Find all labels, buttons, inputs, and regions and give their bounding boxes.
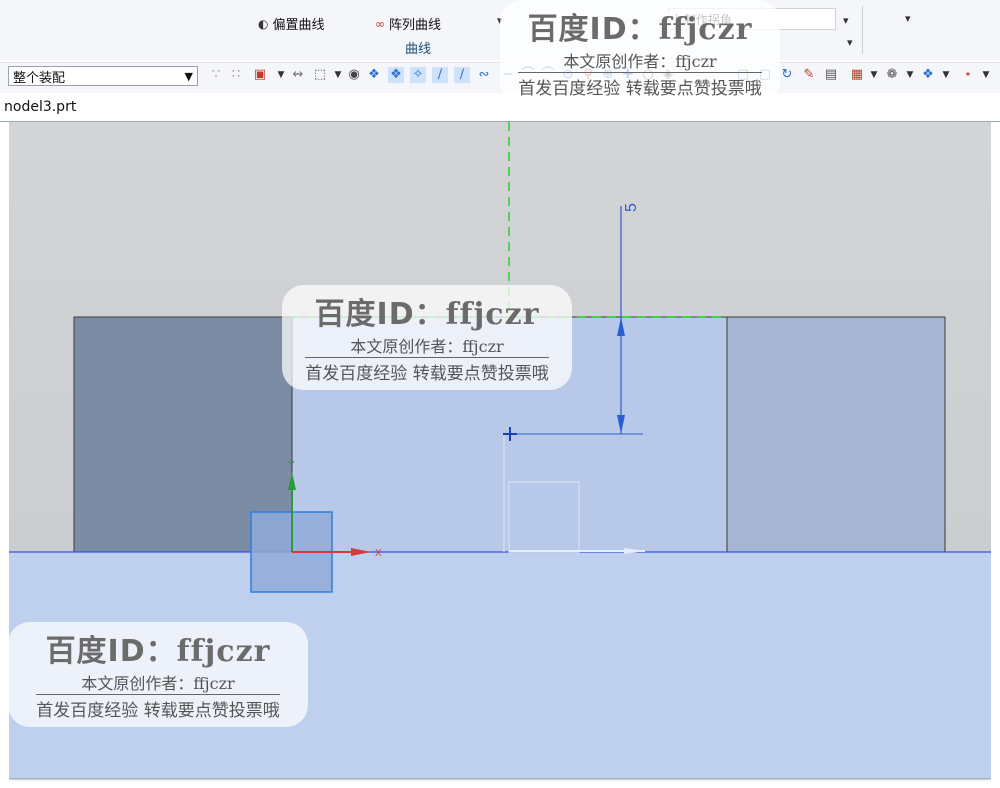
ribbon-options-icon[interactable]: ▾ xyxy=(905,12,911,25)
point-icon[interactable]: ◈ xyxy=(660,67,676,83)
search-dropdown-icon[interactable]: ▾ xyxy=(843,14,849,27)
ribbon-divider xyxy=(862,6,863,54)
view-fit-icon[interactable]: ▢ xyxy=(735,67,751,83)
graphics-window[interactable]: 5 Y X xyxy=(9,122,991,778)
ribbon-search-field[interactable]: ⌊ 制作拐角 xyxy=(668,8,836,30)
search-field-text: 制作拐角 xyxy=(683,12,732,27)
filter-dropdown-icon: ▼ xyxy=(184,69,193,83)
grid-dropdown-icon[interactable]: ▼ xyxy=(866,67,882,83)
selection-filter-value: 整个装配 xyxy=(13,70,66,86)
curve-icon[interactable]: ∾ xyxy=(476,67,492,83)
pattern-curve-icon: ∞ xyxy=(375,16,385,31)
snap-view-icon[interactable]: ⋆ xyxy=(960,67,976,83)
rotate-icon[interactable]: ↻ xyxy=(779,67,795,83)
curve-group-label: 曲线 xyxy=(405,42,432,57)
pattern-curve-label: 阵列曲线 xyxy=(389,18,442,33)
floor-region xyxy=(9,552,991,778)
select-box-icon[interactable]: ↭ xyxy=(290,67,306,83)
orient-view-dropdown-icon[interactable]: ▼ xyxy=(938,67,954,83)
offset-curve-button[interactable]: ◐ 偏置曲线 xyxy=(258,14,325,34)
arc-2-icon[interactable]: ⌒ xyxy=(540,67,556,83)
snap-point-icon[interactable]: ❖ xyxy=(388,67,404,83)
x-axis-label: X xyxy=(375,548,382,559)
quadrant-icon[interactable]: ✚ xyxy=(620,67,636,83)
more-curves-dropdown-icon[interactable]: ▾ xyxy=(497,14,503,27)
snap-midpoint-icon[interactable]: ∷ xyxy=(228,67,244,83)
layer-icon[interactable]: ▤ xyxy=(823,67,839,83)
edit-color-icon[interactable]: ✎ xyxy=(801,67,817,83)
render-style-dropdown-icon[interactable]: ▼ xyxy=(902,67,918,83)
view-section-icon[interactable]: ▢ xyxy=(757,67,773,83)
existing-point-icon[interactable]: ○ xyxy=(640,67,656,83)
file-tab-bar xyxy=(0,93,1000,122)
rectangle-select-dropdown-icon[interactable]: ▼ xyxy=(330,67,346,83)
select-feature-icon[interactable]: ▣ xyxy=(252,67,268,83)
snap-view-dropdown-icon[interactable]: ▼ xyxy=(978,67,994,83)
snap-grid-icon[interactable]: ✧ xyxy=(410,67,426,83)
pattern-curve-button[interactable]: ∞ 阵列曲线 xyxy=(375,14,442,34)
ribbon xyxy=(0,0,1000,60)
corner-icon: ⌊ xyxy=(675,12,680,26)
grid-icon[interactable]: ▦ xyxy=(849,67,865,83)
view-icon[interactable]: ◉ xyxy=(346,67,362,83)
point-on-curve-icon[interactable]: ⚲ xyxy=(580,67,596,83)
file-tab[interactable]: nodel3.prt xyxy=(4,99,76,115)
page-shadow xyxy=(9,778,991,781)
part-face-right[interactable] xyxy=(726,316,946,553)
orient-view-icon[interactable]: ❖ xyxy=(920,67,936,83)
group-more-icon[interactable]: ▾ xyxy=(847,36,853,49)
line-2-icon[interactable]: ∕ xyxy=(454,67,470,83)
tangent-icon[interactable]: ∽ xyxy=(500,67,516,83)
circle-center-icon[interactable]: ⊙ xyxy=(560,67,576,83)
shaded-view-icon[interactable]: ❖ xyxy=(366,67,382,83)
arc-icon[interactable]: ⌒ xyxy=(520,67,536,83)
line-icon[interactable]: ∕ xyxy=(432,67,448,83)
offset-curve-icon: ◐ xyxy=(258,16,269,31)
model-view[interactable]: 5 Y X xyxy=(9,122,991,778)
intersection-icon[interactable]: ⊕ xyxy=(600,67,616,83)
rectangle-select-icon[interactable]: ⬚ xyxy=(312,67,328,83)
render-style-icon[interactable]: ❁ xyxy=(884,67,900,83)
select-feature-dropdown-icon[interactable]: ▼ xyxy=(273,67,289,83)
snap-endpoint-icon[interactable]: ∵ xyxy=(208,67,224,83)
dimension-value[interactable]: 5 xyxy=(623,203,640,212)
y-axis-label: Y xyxy=(288,460,295,471)
offset-curve-label: 偏置曲线 xyxy=(272,18,325,33)
selection-filter-dropdown[interactable]: 整个装配 ▼ xyxy=(8,66,198,86)
